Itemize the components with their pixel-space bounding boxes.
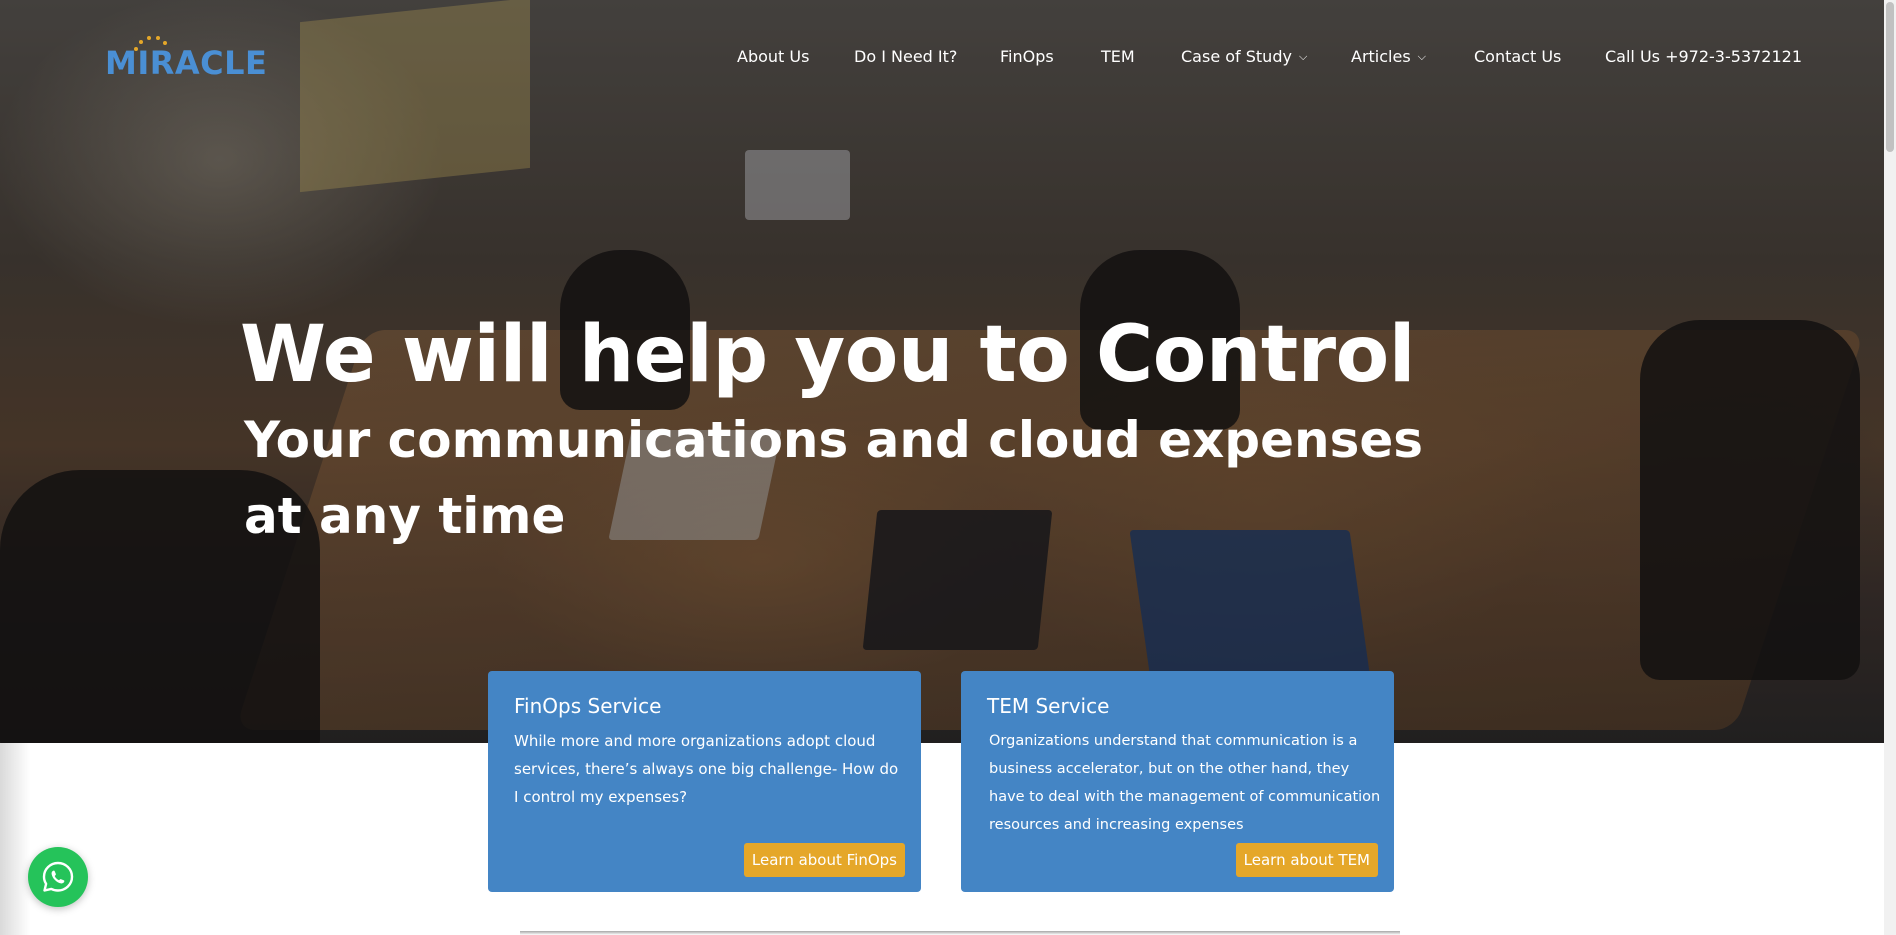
nav-item-label: Case of Study [1181, 47, 1292, 66]
main-navigation: About Us Do I Need It? FinOps TEM Case o… [0, 47, 1884, 71]
tem-service-card: TEM Service Organizations understand tha… [961, 671, 1394, 892]
nav-item-label: Do I Need It? [854, 47, 958, 66]
nav-item-about-us[interactable]: About Us [737, 47, 809, 66]
nav-item-label: TEM [1101, 47, 1135, 66]
card-description: While more and more organizations adopt … [514, 732, 899, 806]
nav-item-case-of-study[interactable]: Case of Study ⌵ [1181, 47, 1307, 66]
chevron-down-icon: ⌵ [1298, 50, 1308, 63]
nav-item-label: Contact Us [1474, 47, 1562, 66]
page: MIRACLE About Us Do I Need It? FinOps TE… [0, 0, 1896, 935]
left-edge-shadow [0, 743, 30, 935]
nav-item-label: Call Us +972-3-5372121 [1605, 47, 1803, 66]
finops-service-card: FinOps Service While more and more organ… [488, 671, 921, 892]
hero-headline: We will help you to Control [240, 310, 1415, 400]
nav-item-label: FinOps [1000, 47, 1054, 66]
nav-item-contact-us[interactable]: Contact Us [1474, 47, 1561, 66]
nav-item-call-us[interactable]: Call Us +972-3-5372121 [1605, 47, 1802, 66]
card-description: Organizations understand that communicat… [989, 733, 1381, 833]
whatsapp-icon [42, 861, 74, 892]
hero-subheadline: Your communications and cloud expenses a… [244, 411, 1424, 545]
next-section-edge [520, 931, 1400, 935]
learn-about-finops-button[interactable]: Learn about FinOps [743, 843, 905, 877]
page-scrollbar[interactable] [1884, 0, 1896, 935]
learn-about-tem-button[interactable]: Learn about TEM [1235, 843, 1378, 877]
nav-item-label: Articles [1351, 47, 1411, 66]
nav-item-label: About Us [737, 47, 810, 66]
nav-item-tem[interactable]: TEM [1101, 47, 1135, 66]
scrollbar-thumb[interactable] [1886, 2, 1894, 152]
nav-item-finops[interactable]: FinOps [1000, 47, 1054, 66]
card-title: FinOps Service [514, 694, 662, 718]
chevron-down-icon: ⌵ [1417, 50, 1427, 63]
nav-item-do-i-need-it[interactable]: Do I Need It? [854, 47, 957, 66]
nav-item-articles[interactable]: Articles ⌵ [1351, 47, 1426, 66]
card-title: TEM Service [987, 694, 1110, 718]
whatsapp-chat-button[interactable] [28, 847, 88, 907]
